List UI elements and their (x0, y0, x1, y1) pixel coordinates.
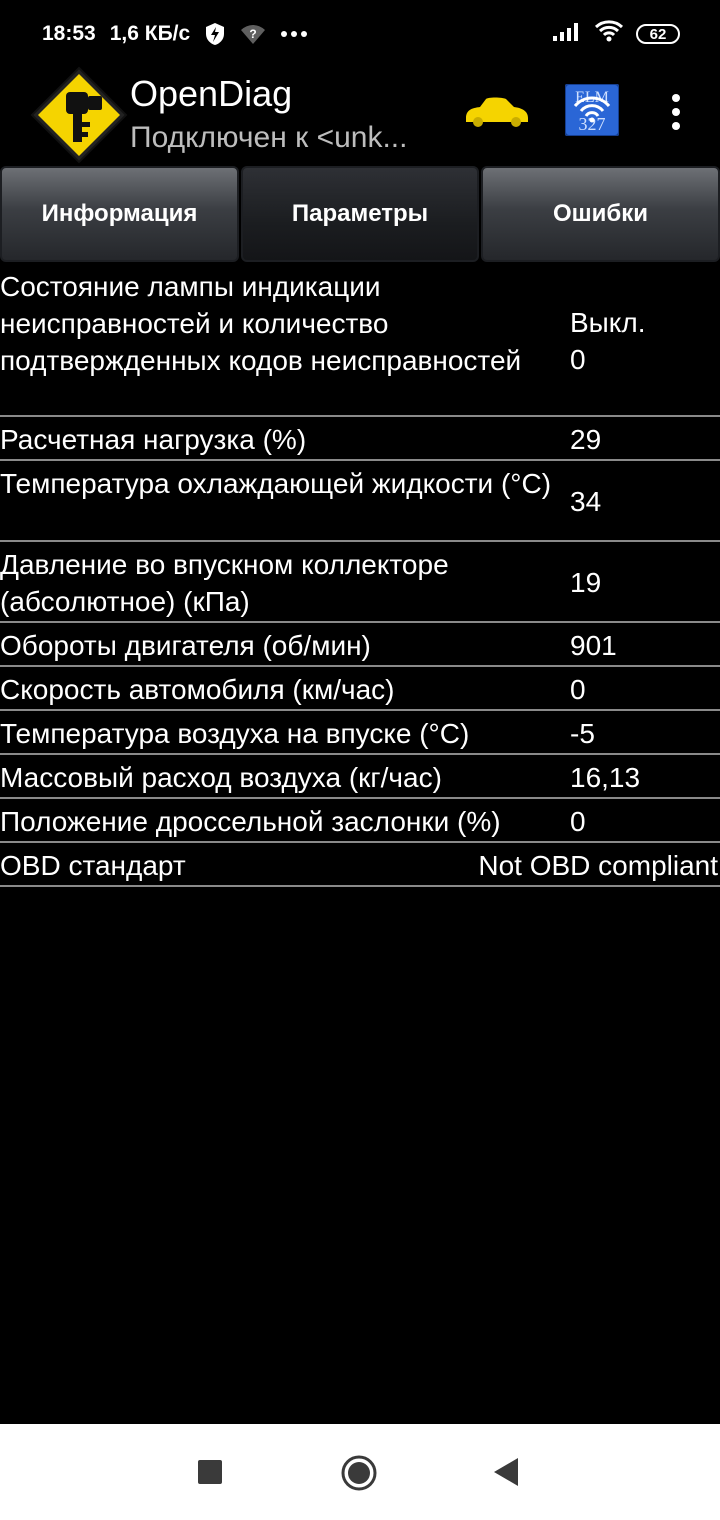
param-row: OBD стандарт Not OBD compliant (0, 843, 720, 887)
app-title: OpenDiag (130, 73, 293, 114)
circle-icon[interactable] (340, 1454, 378, 1497)
param-value: 901 (570, 630, 617, 661)
param-value: -5 (570, 718, 595, 749)
shield-bolt-icon (204, 22, 226, 46)
status-left: 18:53 1,6 КБ/с ? (42, 22, 322, 46)
ellipsis-icon (280, 30, 308, 38)
param-value: Выкл. 0 (570, 307, 646, 375)
key-sign-icon (30, 66, 128, 164)
param-row: Расчетная нагрузка (%) 29 (0, 417, 720, 461)
car-icon[interactable] (462, 94, 530, 130)
param-value: 16,13 (570, 762, 641, 793)
status-right: 62 (552, 19, 680, 49)
param-name: Массовый расход воздуха (кг/час) (0, 762, 442, 793)
wifi-question-icon: ? (240, 23, 266, 45)
param-name: Состояние лампы индикации неисправностей… (0, 271, 522, 376)
battery-indicator: 62 (636, 24, 680, 44)
param-value: 34 (570, 486, 602, 517)
param-name: OBD стандарт (0, 850, 186, 881)
network-speed: 1,6 КБ/с (109, 22, 191, 45)
param-name: Температура воздуха на впуске (°С) (0, 718, 470, 749)
connection-status: Подключен к <unk... (130, 121, 408, 154)
svg-text:327: 327 (579, 114, 606, 134)
app-bar: OpenDiag Подключен к <unk... ELM 327 (0, 66, 720, 164)
param-name: Обороты двигателя (об/мин) (0, 630, 371, 661)
status-time: 18:53 (42, 22, 96, 45)
param-name: Температура охлаждающей жидкости (°С) (0, 468, 552, 499)
param-row: Массовый расход воздуха (кг/час) 16,13 (0, 755, 720, 799)
elm327-wifi-icon[interactable]: ELM 327 (564, 83, 620, 137)
tab-parameters[interactable]: Параметры (241, 166, 479, 262)
param-name: Давление во впускном коллекторе (абсолют… (0, 549, 449, 617)
status-bar: 18:53 1,6 КБ/с ? 62 (0, 0, 720, 68)
param-row: Положение дроссельной заслонки (%) 0 (0, 799, 720, 843)
param-row: Обороты двигателя (об/мин) 901 (0, 623, 720, 667)
tab-info[interactable]: Информация (0, 166, 239, 262)
tab-errors[interactable]: Ошибки (481, 166, 720, 262)
wifi-icon (594, 19, 624, 49)
param-row: Состояние лампы индикации неисправностей… (0, 264, 720, 417)
param-name: Скорость автомобиля (км/час) (0, 674, 395, 705)
square-icon[interactable] (196, 1458, 224, 1491)
tab-bar: Информация Параметры Ошибки (0, 166, 720, 262)
param-value: 0 (570, 674, 586, 705)
param-row: Температура охлаждающей жидкости (°С) 34 (0, 461, 720, 542)
param-row: Давление во впускном коллекторе (абсолют… (0, 542, 720, 623)
navigation-bar (0, 1424, 720, 1520)
param-row: Температура воздуха на впуске (°С) -5 (0, 711, 720, 755)
signal-icon (552, 20, 582, 48)
param-value: 19 (570, 567, 602, 598)
param-row: Скорость автомобиля (км/час) 0 (0, 667, 720, 711)
param-value: 29 (570, 424, 602, 455)
svg-text:?: ? (250, 27, 257, 41)
param-value: Not OBD compliant (478, 850, 718, 881)
param-name: Положение дроссельной заслонки (%) (0, 806, 501, 837)
overflow-menu-icon[interactable] (664, 92, 688, 132)
param-value: 0 (570, 806, 586, 837)
param-name: Расчетная нагрузка (%) (0, 424, 307, 455)
triangle-back-icon[interactable] (492, 1456, 520, 1493)
parameters-list: Состояние лампы индикации неисправностей… (0, 264, 720, 887)
